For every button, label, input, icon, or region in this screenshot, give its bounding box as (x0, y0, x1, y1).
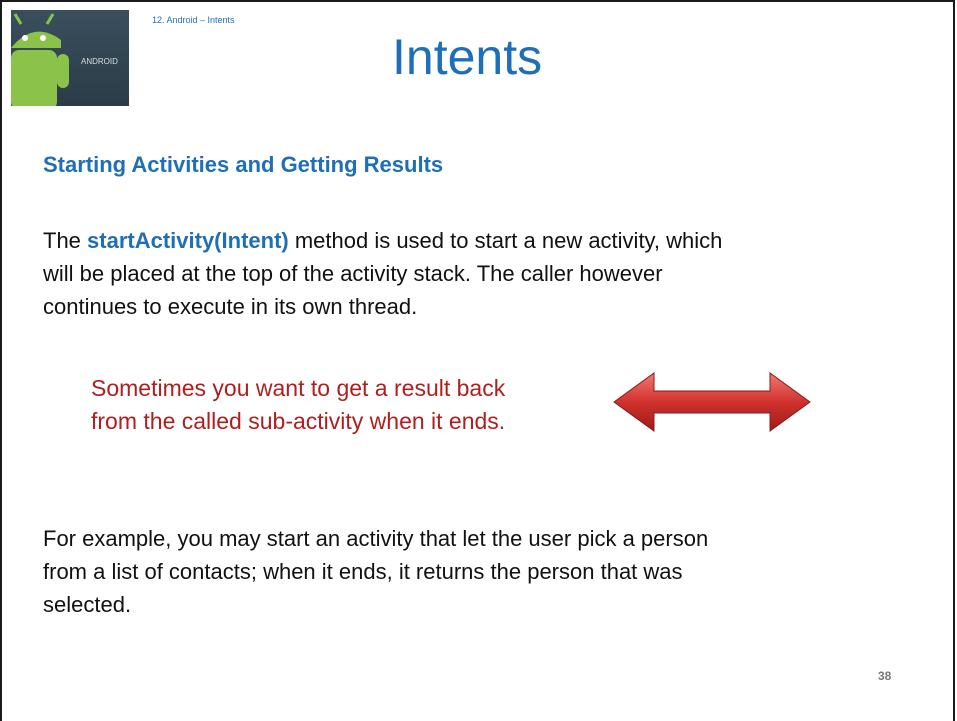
callout-line2: from the called sub-activity when it end… (91, 408, 506, 434)
para2-line1: For example, you may start an activity t… (43, 526, 709, 551)
method-name: startActivity(Intent) (87, 228, 289, 253)
page-number: 38 (878, 669, 892, 683)
paragraph-intro: The startActivity(Intent) method is used… (43, 224, 923, 323)
para1-prefix: The (43, 228, 88, 253)
para2-line2: from a list of contacts; when it ends, i… (43, 559, 683, 584)
breadcrumb: 12. Android – Intents (152, 15, 235, 25)
double-arrow-icon (613, 372, 811, 432)
logo-wordmark: ANDROID (81, 57, 118, 66)
para1-rest: method is used to start a new activity, … (288, 228, 723, 253)
section-heading: Starting Activities and Getting Results (43, 152, 444, 177)
android-logo: ANDROID (11, 10, 129, 106)
para1-line2: will be placed at the top of the activit… (43, 261, 663, 286)
para1-line3: continues to execute in its own thread. (43, 294, 418, 319)
para2-line3: selected. (43, 592, 132, 617)
callout-line1: Sometimes you want to get a result back (91, 375, 506, 401)
slide: ANDROID 12. Android – Intents Intents St… (0, 0, 955, 721)
page-title: Intents (392, 29, 543, 85)
callout-text: Sometimes you want to get a result back … (91, 372, 651, 438)
paragraph-example: For example, you may start an activity t… (43, 522, 923, 621)
